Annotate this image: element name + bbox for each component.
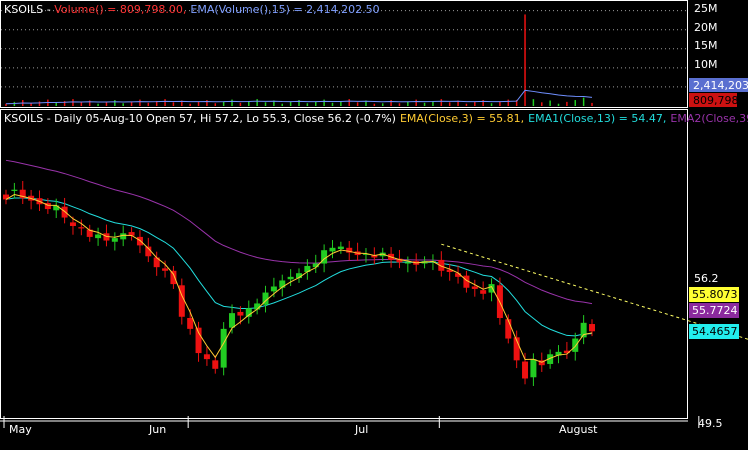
candle-body (220, 328, 227, 368)
price-info-label: KSOILS - Daily 05-Aug-10 Open 57, Hi 57.… (4, 112, 396, 125)
candle-body (187, 317, 194, 329)
volume-panel: 25M 20M 15M 10M 5M 0 2,414,203 809,798 K… (0, 0, 748, 108)
price-axis-top-label: 56.2 (694, 272, 719, 285)
candle-body (11, 189, 18, 191)
candle-body (530, 359, 537, 378)
ema13-badge: 54.4657 (692, 325, 738, 338)
candle-body (237, 311, 244, 316)
candle-body (203, 354, 210, 360)
ema3-label: EMA(Close,3) = 55.81, (400, 112, 524, 125)
volume-axis-label: 25M (694, 2, 718, 15)
price-axis-bottom-label: 49.5 (698, 417, 723, 430)
x-axis-label-august: August (559, 423, 598, 436)
volume-header: KSOILS - Volume() = 809,798.00, EMA(Volum… (4, 3, 380, 16)
candle-body (212, 360, 219, 369)
ema3-badge: 55.8073 (692, 288, 738, 301)
candle-body (162, 268, 169, 271)
ema13-line (5, 197, 593, 337)
ema13-label: EMA1(Close,13) = 54.47, (528, 112, 666, 125)
candle-body (111, 238, 118, 242)
candle-body (329, 247, 336, 252)
candle-body (95, 234, 102, 239)
candle-body (471, 286, 478, 289)
volume-axis-label: 10M (694, 58, 718, 71)
candle-body (270, 286, 277, 292)
trendline (441, 243, 748, 340)
volume-axis-label: 15M (694, 39, 718, 52)
candle-body (522, 361, 529, 379)
volume-panel-frame (0, 0, 688, 108)
volume-bars (5, 14, 593, 106)
symbol-label: KSOILS (4, 3, 43, 16)
candle-body (505, 319, 512, 339)
price-panel-frame (0, 109, 688, 419)
candle-body (572, 338, 579, 352)
candle-body (480, 290, 487, 294)
volume-ema-line (5, 89, 593, 105)
x-axis-label-jul: Jul (354, 423, 368, 436)
volume-ema-badge: 2,414,203 (693, 79, 748, 92)
candle-body (170, 270, 177, 285)
candle-body (53, 205, 60, 211)
volume-value-badge: 809,798 (693, 94, 739, 107)
volume-gridlines (1, 10, 687, 88)
x-axis-label-jun: Jun (148, 423, 166, 436)
x-axis-label-may: May (9, 423, 32, 436)
candle-body (136, 236, 143, 246)
volume-value-label: Volume() = 809,798.00, (54, 3, 186, 16)
candle-body (78, 227, 85, 229)
candle-body (229, 313, 236, 328)
price-panel: KSOILS - Daily 05-Aug-10 Open 57, Hi 57.… (0, 109, 748, 430)
candle-body (404, 262, 411, 264)
stock-chart: 25M 20M 15M 10M 5M 0 2,414,203 809,798 K… (0, 0, 748, 436)
candle-body (61, 206, 68, 218)
volume-ema-label: EMA(Volume(),15) = 2,414,202.50 (190, 3, 379, 16)
volume-axis: 25M 20M 15M 10M 5M 0 (694, 2, 718, 108)
separator: - (43, 3, 54, 16)
ema39-label: EMA2(Close,39 (670, 112, 748, 125)
candle-body (69, 222, 76, 227)
price-header: KSOILS - Daily 05-Aug-10 Open 57, Hi 57.… (4, 112, 748, 125)
ema39-badge: 55.7724 (692, 304, 738, 317)
candle-body (337, 246, 344, 250)
candle-body (589, 324, 595, 332)
candle-body (120, 233, 127, 240)
candlesticks (3, 181, 595, 386)
volume-axis-label: 20M (694, 21, 718, 34)
candle-body (287, 276, 294, 280)
